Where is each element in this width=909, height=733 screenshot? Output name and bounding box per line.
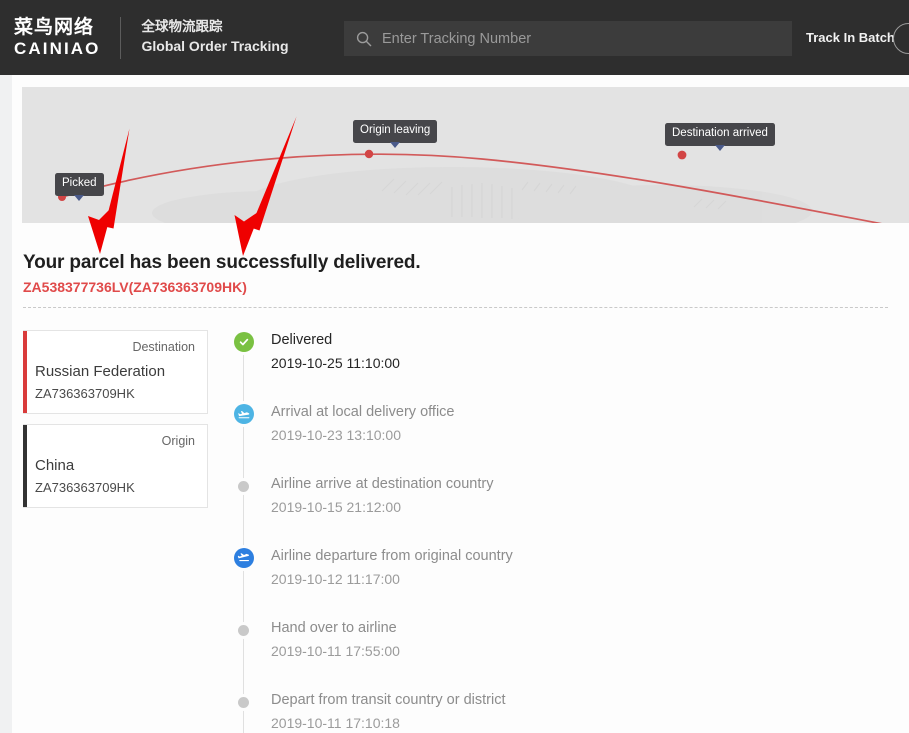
destination-card: Destination Russian Federation ZA7363637… [23,330,208,414]
check-circle-icon [234,332,254,352]
brand-subtitle-cn: 全球物流跟踪 [141,19,223,36]
brand-block[interactable]: 菜鸟网络 CAINIAO 全球物流跟踪 Global Order Trackin… [0,16,289,59]
timeline-item-time: 2019-10-23 13:10:00 [271,426,401,443]
timeline-item-time: 2019-10-15 21:12:00 [271,498,401,515]
timeline-item-time: 2019-10-25 11:10:00 [271,354,400,371]
timeline-item-time: 2019-10-11 17:55:00 [271,642,400,659]
section-divider [23,307,888,308]
timeline-item-title: Delivered [271,332,333,348]
timeline-item: Airline departure from original country … [232,546,652,618]
origin-card-code: ZA736363709HK [35,480,135,495]
plane-takeoff-icon [234,548,254,568]
tracking-number-label: ZA538377736LV(ZA736363709HK) [23,279,247,295]
site-header: 菜鸟网络 CAINIAO 全球物流跟踪 Global Order Trackin… [0,0,909,75]
search-input[interactable] [382,30,780,47]
origin-card-kind: Origin [161,434,195,448]
plane-landing-icon [234,404,254,424]
destination-card-place: Russian Federation [35,363,166,380]
brand-name-cn: 菜鸟网络 [14,16,95,39]
brand-name-en: CAINIAO [14,38,101,58]
timeline-item: Hand over to airline 2019-10-11 17:55:00 [232,618,652,690]
user-avatar-icon[interactable] [893,23,909,54]
map-tooltip-destination-arrived: Destination arrived [665,123,775,150]
search-icon [356,31,372,47]
timeline-item-time: 2019-10-12 11:17:00 [271,570,400,587]
timeline-item: Arrival at local delivery office 2019-10… [232,402,652,474]
brand-subtitle: 全球物流跟踪 Global Order Tracking [141,19,288,55]
origin-card-place: China [35,457,75,474]
tracking-page: 菜鸟网络 CAINIAO 全球物流跟踪 Global Order Trackin… [0,0,909,733]
map-tooltip-picked: Picked [55,173,104,200]
timeline-item-title: Airline departure from original country [271,548,513,564]
timeline-item: Airline arrive at destination country 20… [232,474,652,546]
endpoint-cards: Destination Russian Federation ZA7363637… [23,330,208,508]
timeline-item: Delivered 2019-10-25 11:10:00 [232,330,652,402]
track-in-batch-link[interactable]: Track In Batch [806,30,895,45]
timeline-item-title: Airline arrive at destination country [271,476,494,492]
cainiao-logo[interactable]: 菜鸟网络 CAINIAO [14,16,101,58]
route-map-banner: Picked Origin leaving Destination arrive… [22,87,909,223]
brand-divider [120,16,122,59]
brand-subtitle-en: Global Order Tracking [141,38,289,55]
timeline-item-title: Arrival at local delivery office [271,404,455,420]
search-box[interactable] [344,21,792,56]
map-tooltip-origin-leaving: Origin leaving [353,120,438,147]
timeline-item-title: Hand over to airline [271,620,397,636]
destination-card-kind: Destination [132,340,195,354]
tracking-timeline: Delivered 2019-10-25 11:10:00 Arrival at… [232,330,652,733]
destination-card-code: ZA736363709HK [35,386,135,401]
origin-card: Origin China ZA736363709HK [23,424,208,508]
page-left-gutter [0,75,12,733]
dot-icon [238,625,249,636]
timeline-item-title: Depart from transit country or district [271,692,506,708]
timeline-item-time: 2019-10-11 17:10:18 [271,714,400,731]
timeline-item: Depart from transit country or district … [232,690,652,733]
parcel-status-title: Your parcel has been successfully delive… [23,252,421,273]
dot-icon [238,481,249,492]
dot-icon [238,697,249,708]
route-map-graphic [58,149,883,223]
